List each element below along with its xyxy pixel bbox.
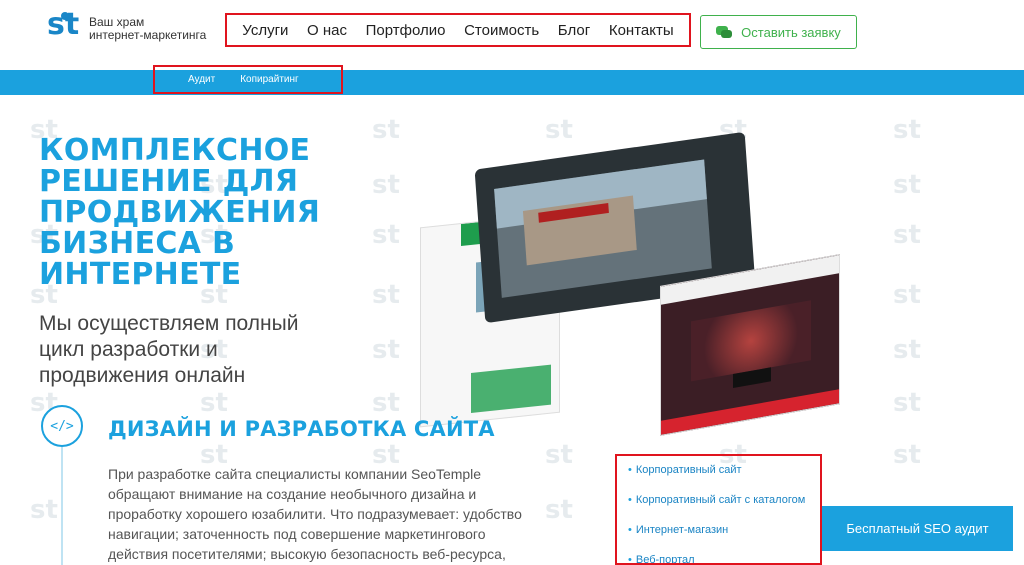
logo-line-2: интернет-маркетинга — [89, 28, 207, 42]
leave-request-button[interactable]: Оставить заявку — [700, 15, 857, 49]
nav-item-portfolio[interactable]: Портфолио — [366, 22, 446, 39]
sub-nav: Аудит Копирайтинг — [153, 65, 343, 94]
code-icon: </> — [41, 405, 83, 447]
section-text: При разработке сайта специалисты компани… — [108, 466, 522, 562]
nav-item-blog[interactable]: Блог — [558, 22, 590, 39]
leave-request-label: Оставить заявку — [741, 24, 841, 40]
hero-subtitle: Мы осуществляем полный цикл разработки и… — [39, 312, 299, 387]
site-types-list: • Корпоративный сайт • Корпоративный сайт … — [615, 454, 822, 565]
nav-item-about[interactable]: О нас — [307, 22, 347, 39]
list-item-online-store[interactable]: • Интернет-магазин — [628, 524, 820, 536]
list-item-web-portal[interactable]: • Веб-портал — [628, 554, 820, 563]
devices-mockup-image — [420, 131, 840, 436]
nav-item-services[interactable]: Услуги — [242, 22, 288, 39]
list-item-corporate-catalog[interactable]: • Корпоративный сайт с каталогом — [628, 494, 820, 506]
nav-item-pricing[interactable]: Стоимость — [464, 22, 539, 39]
free-seo-audit-button[interactable]: Бесплатный SEO аудит — [822, 506, 1013, 551]
list-item-corporate-site[interactable]: • Корпоративный сайт — [628, 464, 820, 476]
subnav-item-audit[interactable]: Аудит — [188, 74, 215, 85]
logo-mark-icon: st — [47, 7, 80, 42]
logo-tagline: Ваш храм интернет-маркетинга — [89, 16, 206, 42]
section-title: ДИЗАЙН И РАЗРАБОТКА САЙТА — [108, 417, 495, 441]
hero-title: КОМПЛЕКСНОЕ РЕШЕНИЕ ДЛЯ ПРОДВИЖЕНИЯ БИЗН… — [39, 133, 321, 292]
main-nav: Услуги О нас Портфолио Стоимость Блог Ко… — [225, 13, 691, 47]
chat-bubbles-icon — [716, 25, 733, 39]
mockup-sparta-screen — [660, 254, 840, 436]
nav-item-contacts[interactable]: Контакты — [609, 22, 674, 39]
subnav-item-copywriting[interactable]: Копирайтинг — [240, 74, 298, 85]
timeline-line — [61, 447, 63, 565]
site-logo[interactable]: st Ваш храм интернет-маркетинга — [47, 7, 206, 46]
